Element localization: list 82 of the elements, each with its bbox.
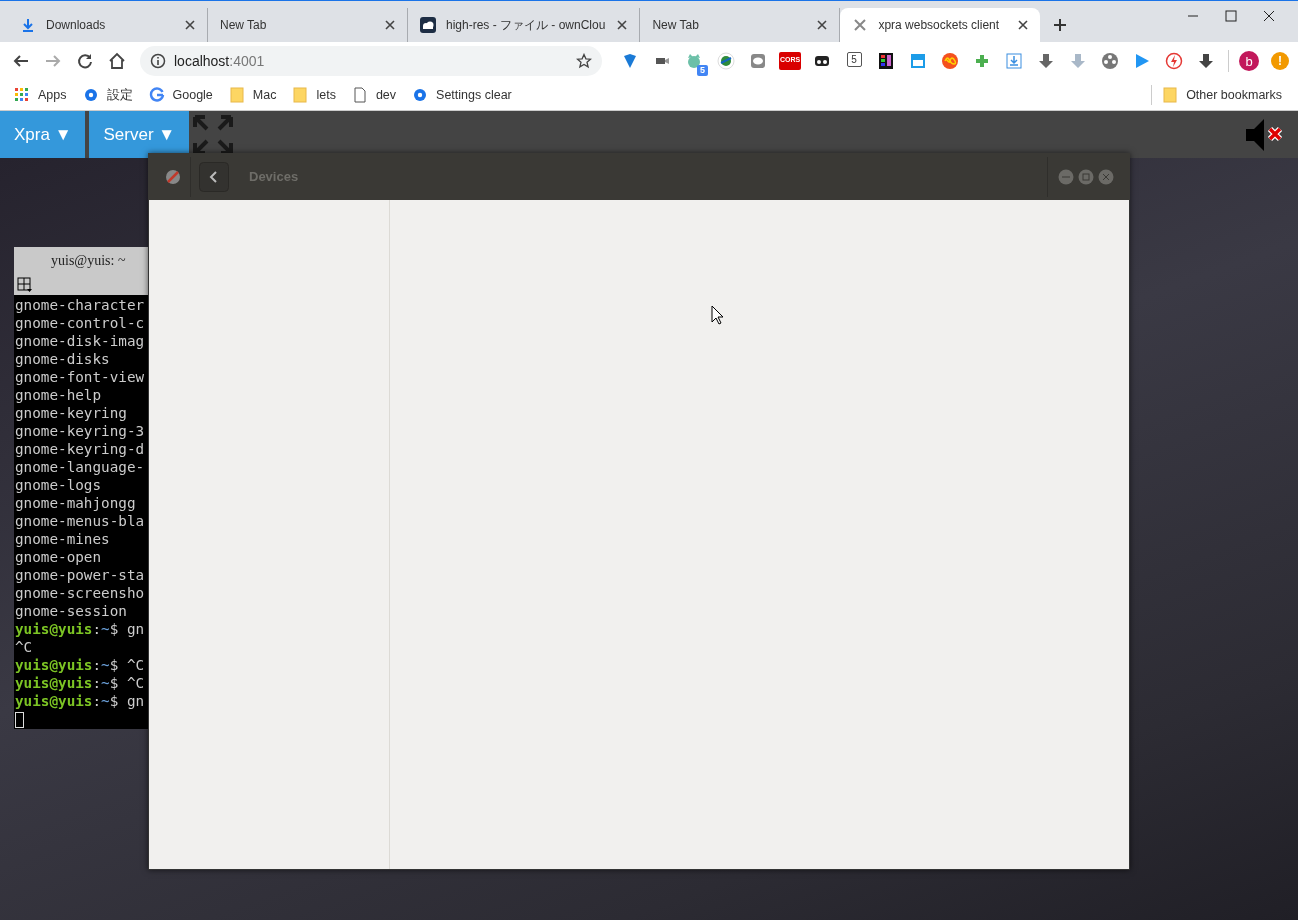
apps-icon (14, 87, 30, 103)
globe-icon[interactable] (717, 52, 735, 70)
terminal-line: gnome-power-sta (15, 566, 146, 584)
terminal-line: gnome-font-view (15, 368, 146, 386)
window-title: yuis@yuis: ~ (51, 253, 126, 269)
film-reel-icon[interactable] (1101, 52, 1119, 70)
home-icon[interactable] (108, 52, 126, 70)
terminal-line: gnome-control-c (15, 314, 146, 332)
tab-title: New Tab (652, 18, 700, 32)
back-button[interactable] (199, 161, 229, 192)
chat-icon[interactable] (749, 52, 767, 70)
bookmark[interactable]: lets (292, 87, 336, 103)
close-icon[interactable] (1262, 9, 1276, 23)
tab-title: xpra websockets client (878, 18, 1001, 32)
terminal-line: gnome-mines (15, 530, 111, 548)
terminal-line: gnome-session (15, 602, 128, 620)
folder-icon (1162, 87, 1179, 103)
download-icon[interactable] (1005, 52, 1023, 70)
folder-icon (292, 87, 309, 103)
close-icon[interactable] (183, 18, 197, 32)
terminal-line: gnome-screensho (15, 584, 146, 602)
close-icon[interactable] (1016, 18, 1031, 32)
puzzle-icon[interactable] (973, 52, 991, 70)
terminal-line: gnome-language- (15, 458, 146, 476)
mouse-pointer-icon (711, 305, 725, 325)
address-bar[interactable]: localhost:4001 (140, 46, 602, 76)
extension-button[interactable]: 5 (846, 52, 862, 67)
bookmark[interactable]: Google (148, 87, 213, 103)
bookmark[interactable]: Other bookmarks (1162, 87, 1282, 103)
new-tab-icon[interactable] (1052, 17, 1069, 33)
bookmark[interactable]: Settings clear (412, 87, 512, 103)
folder-icon (228, 87, 245, 103)
cloud-icon (420, 17, 436, 33)
terminal-line: gnome-disks (15, 350, 111, 368)
terminal-line: gnome-menus-bla (15, 512, 146, 530)
infinity-icon[interactable] (941, 52, 959, 70)
star-icon[interactable] (576, 53, 592, 69)
url-text: localhost:4001 (174, 53, 266, 69)
page-icon (351, 87, 368, 103)
terminal-line: yuis@yuis:~$ gn (15, 620, 146, 638)
reload-icon[interactable] (76, 52, 94, 70)
bookmark[interactable]: Mac (228, 87, 277, 103)
browser-tab[interactable]: Downloads (8, 8, 208, 42)
terminal-line: gnome-keyring (15, 404, 128, 422)
terminal-line: gnome-keyring-d (15, 440, 146, 458)
bolt-icon[interactable] (1165, 52, 1183, 70)
browser-tab[interactable]: xpra websockets client (840, 8, 1041, 42)
profile-avatar[interactable]: b (1239, 51, 1259, 71)
grid-icon (17, 277, 33, 293)
close-icon[interactable] (615, 18, 630, 32)
terminal-line: gnome-help (15, 386, 103, 404)
terminal-line: yuis@yuis:~$ ^C (15, 656, 146, 674)
info-icon (150, 53, 166, 69)
terminal-line: yuis@yuis:~$ ^C (15, 674, 146, 692)
browser-tab[interactable]: high-res - ファイル - ownClou (408, 8, 641, 42)
bookmark[interactable]: Apps (14, 87, 67, 103)
tab-title: high-res - ファイル - ownClou (446, 16, 606, 34)
maximize-icon[interactable] (1224, 9, 1238, 23)
terminal-line: gnome-character (15, 296, 146, 314)
tab-title: New Tab (220, 18, 268, 32)
bookmark[interactable]: 設定 (82, 86, 133, 104)
terminal-line: ^C (15, 638, 34, 656)
play-icon[interactable] (1133, 52, 1151, 70)
close-icon[interactable] (383, 18, 397, 32)
down-arrow-icon[interactable] (1197, 52, 1215, 70)
text-cursor (15, 712, 24, 728)
terminal-line: gnome-keyring-3 (15, 422, 146, 440)
terminal-line: gnome-logs (15, 476, 103, 494)
count-badge: 5 (697, 65, 708, 76)
terminal-line: gnome-disk-imag (15, 332, 146, 350)
download-icon (20, 17, 36, 33)
tab-title: Downloads (46, 18, 107, 32)
browser-tab[interactable]: New Tab (208, 8, 408, 42)
terminal-line: yuis@yuis:~$ gn (15, 692, 146, 710)
terminal-line: gnome-open (15, 548, 103, 566)
app-icon (164, 167, 182, 186)
palette-icon[interactable] (877, 52, 895, 70)
terminal-line: gnome-mahjongg (15, 494, 137, 512)
close-icon[interactable] (815, 18, 830, 32)
down-arrow-icon[interactable] (1037, 52, 1055, 70)
bookmark[interactable]: dev (351, 87, 397, 103)
window-icon[interactable] (909, 52, 927, 70)
